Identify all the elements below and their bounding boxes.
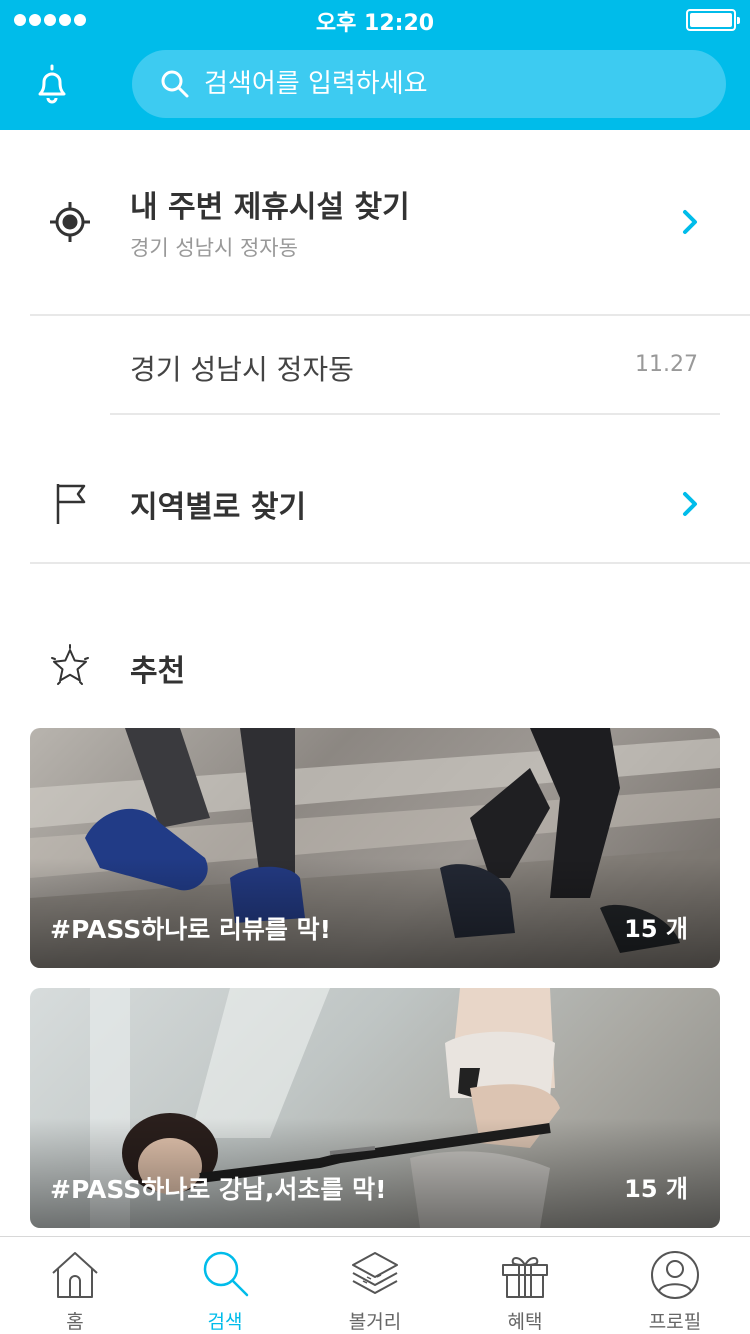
- divider: [30, 562, 750, 564]
- card-tag: #PASS하나로 리뷰를 막!: [50, 915, 332, 944]
- app-header: 오후 12:20: [0, 0, 750, 130]
- gift-icon: [502, 1257, 548, 1298]
- layers-icon: [352, 1252, 398, 1294]
- star-icon: [51, 644, 89, 685]
- search-bar[interactable]: [132, 50, 726, 118]
- tab-home[interactable]: 홈: [0, 1237, 150, 1334]
- chevron-right-icon: [683, 492, 697, 516]
- recommend-header: 추천: [0, 636, 750, 696]
- recommend-title: 추천: [130, 654, 186, 689]
- tab-label: 프로필: [648, 1311, 702, 1333]
- recommend-card[interactable]: #PASS하나로 리뷰를 막! 15 개: [30, 728, 720, 968]
- flag-icon: [56, 484, 86, 524]
- tab-label: 볼거리: [348, 1311, 402, 1333]
- search-icon: [161, 70, 189, 98]
- recommend-card[interactable]: #PASS하나로 강남,서초를 막! 15 개: [30, 988, 720, 1228]
- status-bar: 오후 12:20: [0, 0, 750, 40]
- search-input[interactable]: [204, 69, 684, 99]
- tab-profile[interactable]: 프로필: [600, 1237, 750, 1334]
- tab-attractions[interactable]: 볼거리: [300, 1237, 450, 1334]
- recent-location-row[interactable]: 경기 성남시 정자동 11.27: [0, 316, 750, 414]
- battery-icon: [686, 9, 740, 31]
- find-by-region-row[interactable]: 지역별로 찾기: [0, 464, 750, 544]
- bottom-tab-bar: 홈 검색 볼거리 혜택 프로필: [0, 1236, 750, 1334]
- tab-label: 검색: [207, 1311, 243, 1333]
- region-title: 지역별로 찾기: [130, 490, 307, 525]
- card-tag: #PASS하나로 강남,서초를 막!: [50, 1175, 387, 1204]
- recent-date: 11.27: [635, 352, 698, 377]
- bell-icon[interactable]: [30, 62, 74, 106]
- tab-search[interactable]: 검색: [150, 1237, 300, 1334]
- card-count: 15 개: [624, 1175, 688, 1203]
- nearby-location: 경기 성남시 정자동: [130, 236, 298, 260]
- recent-address: 경기 성남시 정자동: [130, 353, 354, 386]
- card-count: 15 개: [624, 915, 688, 943]
- location-target-icon: [50, 202, 90, 242]
- profile-icon: [651, 1251, 699, 1299]
- tab-label: 홈: [66, 1311, 84, 1333]
- nearby-title: 내 주변 제휴시설 찾기: [130, 190, 410, 225]
- nearby-facilities-row[interactable]: 내 주변 제휴시설 찾기 경기 성남시 정자동: [0, 160, 750, 290]
- chevron-right-icon: [683, 210, 697, 234]
- home-icon: [52, 1252, 98, 1298]
- divider: [110, 413, 720, 415]
- tab-label: 혜택: [507, 1311, 543, 1333]
- search-icon: [203, 1251, 249, 1297]
- status-time: 오후 12:20: [315, 11, 435, 36]
- tab-benefits[interactable]: 혜택: [450, 1237, 600, 1334]
